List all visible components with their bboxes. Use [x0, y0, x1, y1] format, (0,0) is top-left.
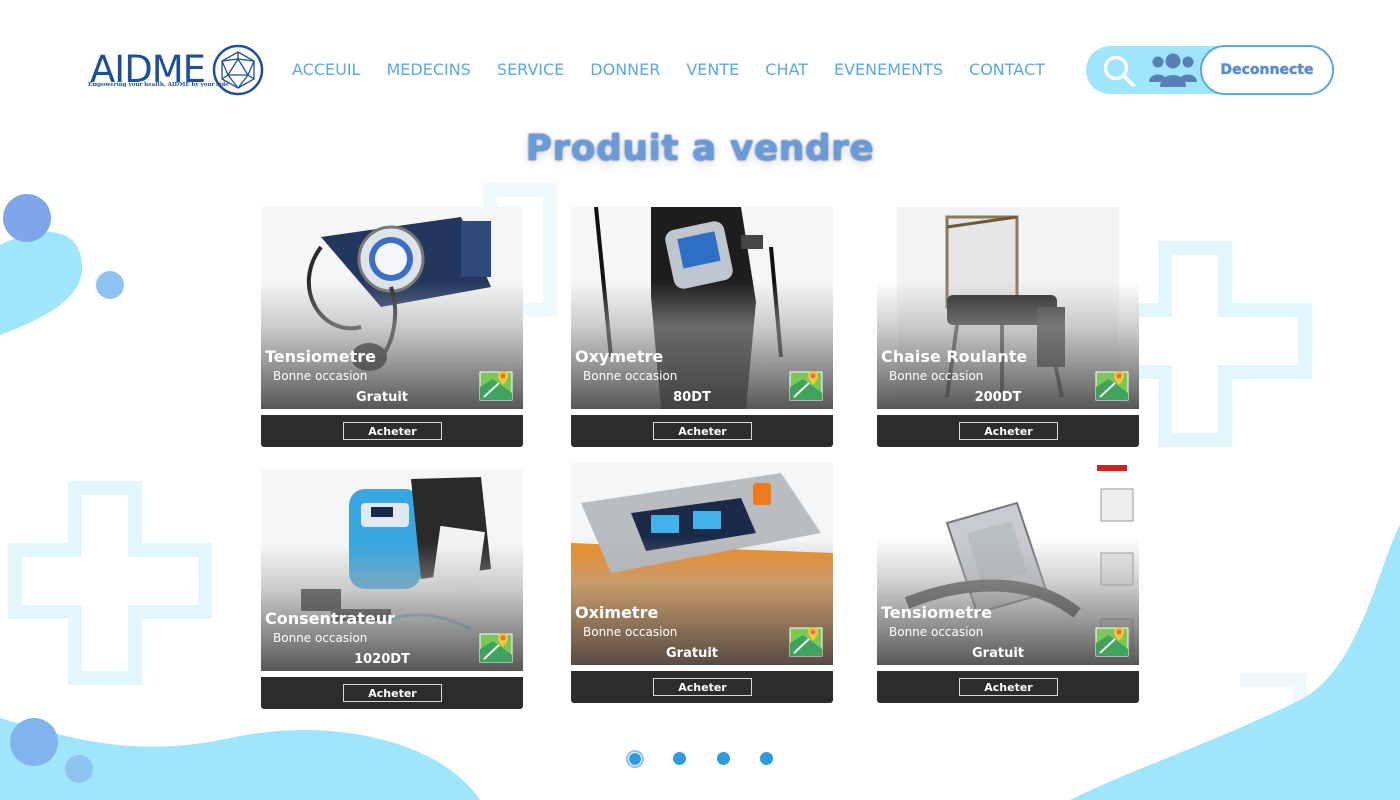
product-name: Consentrateur: [265, 609, 396, 628]
buy-button[interactable]: Acheter: [959, 678, 1058, 696]
product-condition: Bonne occasion: [273, 631, 368, 645]
product-card: Consentrateur Bonne occasion 1020DT Ache…: [261, 469, 523, 709]
product-condition: Bonne occasion: [889, 369, 984, 383]
nav-item-contact[interactable]: CONTACT: [969, 60, 1045, 79]
nav-item-donner[interactable]: DONNER: [590, 60, 660, 79]
product-price: 200DT: [974, 390, 1022, 405]
logout-button[interactable]: Deconnecte: [1200, 45, 1334, 95]
logo-tagline: Empowering your health, AIDME by your si…: [88, 82, 229, 88]
product-image[interactable]: Tensiometre Bonne occasion Gratuit: [261, 207, 523, 409]
pagination-dot-2[interactable]: [673, 752, 686, 765]
product-image[interactable]: Tensiometre Bonne occasion Gratuit: [877, 463, 1139, 665]
nav-item-service[interactable]: SERVICE: [497, 60, 564, 79]
product-price: Gratuit: [972, 646, 1024, 661]
map-location-icon[interactable]: [479, 631, 513, 665]
map-location-icon[interactable]: [1095, 625, 1129, 659]
product-image[interactable]: Consentrateur Bonne occasion 1020DT: [261, 469, 523, 671]
pagination-dot-1[interactable]: [626, 750, 644, 768]
product-card-footer: Acheter: [571, 671, 833, 703]
product-image[interactable]: Chaise Roulante Bonne occasion 200DT: [877, 207, 1139, 409]
map-location-icon[interactable]: [1095, 369, 1129, 403]
nav-item-chat[interactable]: CHAT: [765, 60, 808, 79]
product-name: Tensiometre: [265, 347, 376, 366]
product-name: Oximetre: [575, 603, 659, 622]
map-location-icon[interactable]: [479, 369, 513, 403]
product-card-footer: Acheter: [261, 415, 523, 447]
buy-button[interactable]: Acheter: [959, 422, 1058, 440]
product-condition: Bonne occasion: [273, 369, 368, 383]
nav-item-acceuil[interactable]: ACCEUIL: [292, 60, 360, 79]
buy-button[interactable]: Acheter: [343, 422, 442, 440]
aidme-logo[interactable]: AIDME Empowering your health, AIDME by y…: [88, 44, 268, 100]
nav-item-evenements[interactable]: EVENEMENTS: [834, 60, 943, 79]
product-card-footer: Acheter: [877, 415, 1139, 447]
map-location-icon[interactable]: [789, 625, 823, 659]
product-price: Gratuit: [666, 646, 718, 661]
product-card: Tensiometre Bonne occasion Gratuit Achet…: [877, 463, 1139, 703]
product-name: Oxymetre: [575, 347, 664, 366]
product-card: Oxymetre Bonne occasion 80DT Acheter: [571, 207, 833, 447]
product-card: Oximetre Bonne occasion Gratuit Acheter: [571, 463, 833, 703]
product-card: Chaise Roulante Bonne occasion 200DT Ach…: [877, 207, 1139, 447]
product-card-footer: Acheter: [877, 671, 1139, 703]
pagination-dot-3[interactable]: [717, 752, 730, 765]
product-price: Gratuit: [356, 390, 408, 405]
product-price: 1020DT: [354, 652, 410, 667]
main-nav: ACCEUIL MEDECINS SERVICE DONNER VENTE CH…: [292, 60, 1045, 79]
product-condition: Bonne occasion: [583, 625, 678, 639]
map-location-icon[interactable]: [789, 369, 823, 403]
nav-item-medecins[interactable]: MEDECINS: [386, 60, 470, 79]
product-image[interactable]: Oximetre Bonne occasion Gratuit: [571, 463, 833, 665]
nav-item-vente[interactable]: VENTE: [686, 60, 739, 79]
pagination-dot-4[interactable]: [760, 752, 773, 765]
product-card-footer: Acheter: [571, 415, 833, 447]
product-card: Tensiometre Bonne occasion Gratuit Achet…: [261, 207, 523, 447]
product-condition: Bonne occasion: [583, 369, 678, 383]
product-name: Tensiometre: [881, 603, 992, 622]
users-icon[interactable]: [1148, 52, 1198, 88]
buy-button[interactable]: Acheter: [653, 678, 752, 696]
page-title: Produit a vendre: [525, 128, 875, 169]
buy-button[interactable]: Acheter: [343, 684, 442, 702]
product-condition: Bonne occasion: [889, 625, 984, 639]
product-price: 80DT: [673, 390, 711, 405]
product-card-footer: Acheter: [261, 677, 523, 709]
search-icon[interactable]: [1102, 54, 1136, 88]
product-name: Chaise Roulante: [881, 347, 1028, 366]
logo-icosahedron-icon: [212, 44, 264, 96]
header-actions: Deconnecte: [1086, 45, 1334, 95]
buy-button[interactable]: Acheter: [653, 422, 752, 440]
product-image[interactable]: Oxymetre Bonne occasion 80DT: [571, 207, 833, 409]
